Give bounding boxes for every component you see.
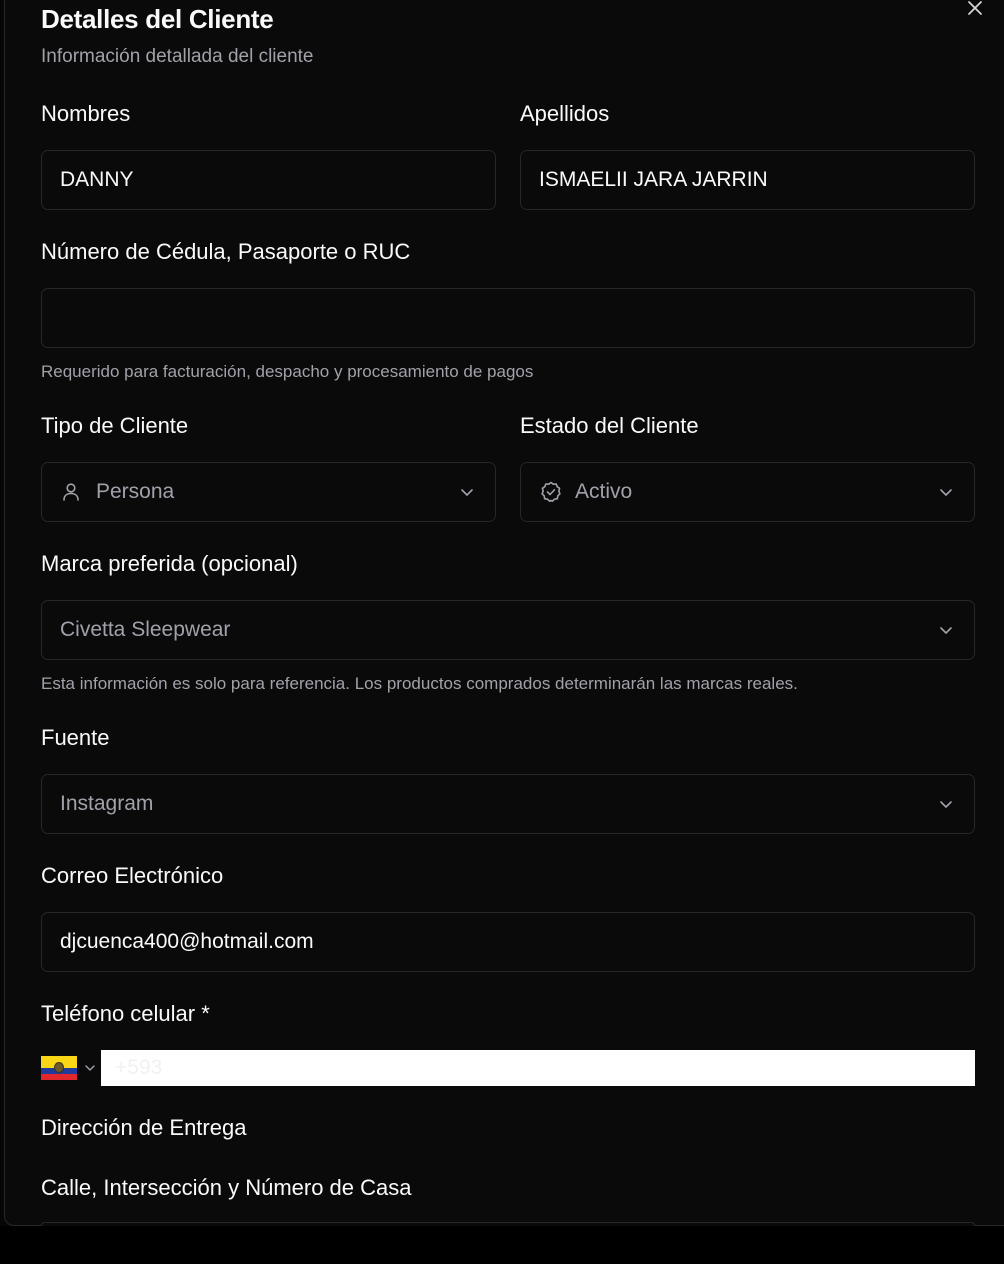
marca-preferida-hint: Esta información es solo para referencia… xyxy=(41,674,798,693)
estado-cliente-label: Estado del Cliente xyxy=(520,413,699,438)
marca-preferida-label: Marca preferida (opcional) xyxy=(41,551,298,576)
tipo-cliente-select[interactable]: Persona xyxy=(41,462,496,522)
apellidos-field[interactable] xyxy=(520,150,975,210)
telefono-input[interactable] xyxy=(101,1050,975,1086)
correo-label: Correo Electrónico xyxy=(41,863,224,888)
telefono-label: Teléfono celular * xyxy=(41,1001,210,1026)
fuente-select[interactable]: Instagram xyxy=(41,774,975,834)
apellidos-input[interactable] xyxy=(539,168,956,192)
fuente-value: Instagram xyxy=(60,792,154,815)
tipo-cliente-label: Tipo de Cliente xyxy=(41,413,189,438)
apellidos-label: Apellidos xyxy=(520,101,610,126)
nombres-input[interactable] xyxy=(60,168,477,192)
marca-preferida-select[interactable]: Civetta Sleepwear xyxy=(41,600,975,660)
correo-field[interactable] xyxy=(41,912,975,972)
cedula-label: Número de Cédula, Pasaporte o RUC xyxy=(41,239,411,264)
fuente-label: Fuente xyxy=(41,725,110,750)
close-button[interactable] xyxy=(963,0,987,20)
nombres-field[interactable] xyxy=(41,150,496,210)
nombres-label: Nombres xyxy=(41,101,131,126)
ecuador-flag-icon xyxy=(41,1056,77,1080)
country-selector[interactable] xyxy=(41,1050,101,1086)
chevron-down-icon xyxy=(938,795,956,813)
chevron-down-icon xyxy=(85,1065,95,1071)
check-badge-icon xyxy=(539,480,563,504)
close-icon xyxy=(968,1,982,15)
dialog-title: Detalles del Cliente xyxy=(41,4,274,34)
direccion-section-title: Dirección de Entrega xyxy=(41,1115,247,1140)
cedula-hint: Requerido para facturación, despacho y p… xyxy=(41,362,534,381)
calle-label: Calle, Intersección y Número de Casa xyxy=(41,1175,412,1200)
correo-input[interactable] xyxy=(60,930,956,954)
tipo-cliente-value: Persona xyxy=(96,480,175,503)
estado-cliente-value: Activo xyxy=(575,480,633,503)
bottom-bar xyxy=(0,1226,1004,1264)
estado-cliente-select[interactable]: Activo xyxy=(520,462,975,522)
cedula-input[interactable] xyxy=(60,306,956,330)
dialog-subtitle: Información detallada del cliente xyxy=(41,46,314,67)
user-icon xyxy=(60,480,84,504)
chevron-down-icon xyxy=(938,483,956,501)
telefono-field xyxy=(41,1050,975,1086)
cedula-field[interactable] xyxy=(41,288,975,348)
marca-preferida-value: Civetta Sleepwear xyxy=(60,618,231,641)
chevron-down-icon xyxy=(459,483,477,501)
chevron-down-icon xyxy=(938,621,956,639)
